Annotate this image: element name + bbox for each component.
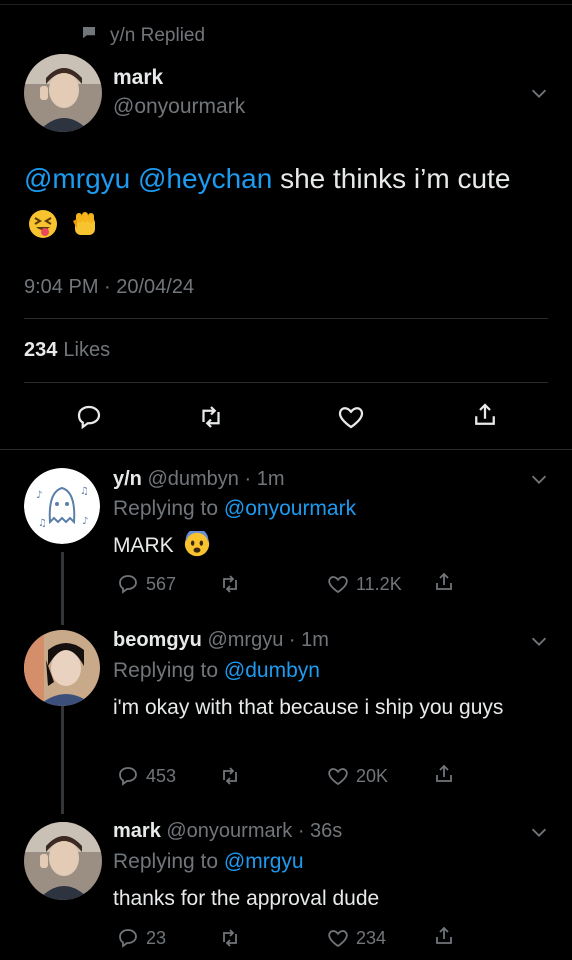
replying-label: Replying to — [113, 497, 219, 520]
reply-author-name: beomgyu — [113, 629, 202, 651]
divider — [24, 382, 548, 383]
share-button[interactable] — [470, 400, 500, 430]
replying-label: Replying to — [113, 659, 219, 682]
avatar[interactable] — [24, 822, 102, 900]
mention-link[interactable]: @onyourmark — [224, 497, 356, 520]
retweet-icon — [223, 929, 237, 947]
reply-author[interactable]: mark @onyourmark · 36s — [113, 820, 342, 843]
author-handle[interactable]: @onyourmark — [113, 95, 245, 119]
reply-button[interactable] — [74, 402, 104, 432]
like-button[interactable] — [336, 402, 366, 432]
likes-summary[interactable]: 234 Likes — [24, 339, 110, 362]
heart-icon — [328, 768, 348, 786]
share-button[interactable] — [432, 762, 462, 786]
fist-emoji — [70, 209, 100, 239]
chevron-down-icon[interactable] — [528, 630, 550, 652]
replying-to: Replying to @mrgyu — [113, 850, 304, 874]
author-name[interactable]: mark — [113, 66, 163, 90]
tweet-body: she thinks i’m cute — [280, 163, 511, 194]
tweet-timestamp[interactable]: 9:04 PM · 20/04/24 — [24, 276, 194, 299]
svg-text:♫: ♫ — [38, 518, 47, 529]
reply-text: thanks for the approval dude — [113, 887, 380, 910]
like-count: 20K — [356, 765, 389, 786]
reply-handle-time: @mrgyu · 1m — [207, 629, 329, 651]
avatar[interactable]: ♪ ♫ ♪ ♫ — [24, 468, 100, 544]
reply-author[interactable]: beomgyu @mrgyu · 1m — [113, 629, 329, 652]
likes-label: Likes — [63, 339, 111, 361]
reply-body: MARK — [113, 534, 174, 557]
reply-button[interactable]: 453 — [116, 764, 176, 788]
reply-text: MARK — [113, 530, 533, 561]
speech-bubble-icon — [80, 24, 110, 48]
reply-button[interactable]: 567 — [116, 572, 176, 596]
replying-to: Replying to @dumbyn — [113, 659, 320, 683]
reply-author-name: mark — [113, 820, 161, 842]
reply-count: 453 — [146, 765, 177, 786]
retweet-button[interactable] — [196, 402, 226, 432]
thread-line — [61, 704, 64, 814]
reply-author[interactable]: y/n @dumbyn · 1m — [113, 468, 284, 491]
avatar[interactable] — [24, 54, 102, 132]
heart-icon — [328, 576, 348, 594]
share-icon — [436, 572, 452, 590]
top-divider — [0, 4, 572, 5]
heart-icon — [328, 930, 348, 948]
retweet-icon — [223, 767, 237, 785]
like-button[interactable]: 11.2K — [326, 572, 402, 596]
fearful-face-emoji — [184, 531, 210, 557]
svg-text:♪: ♪ — [36, 490, 42, 501]
share-icon — [436, 764, 452, 782]
reply-icon — [119, 767, 137, 786]
share-icon — [436, 926, 452, 944]
like-count: 234 — [356, 927, 387, 948]
svg-text:♪: ♪ — [82, 516, 88, 527]
replying-label: Replying to — [113, 850, 219, 873]
replied-context[interactable]: y/n Replied — [80, 24, 205, 48]
chevron-down-icon[interactable] — [528, 82, 550, 104]
retweet-button[interactable] — [218, 764, 248, 788]
likes-count: 234 — [24, 339, 58, 361]
avatar[interactable] — [24, 630, 100, 706]
reply-count: 567 — [146, 573, 177, 594]
mention-link[interactable]: @mrgyu — [24, 163, 130, 194]
retweet-icon — [223, 575, 237, 593]
like-button[interactable]: 234 — [326, 926, 386, 950]
divider — [0, 449, 572, 450]
reply-icon — [119, 929, 137, 948]
reply-icon — [77, 405, 101, 430]
chevron-down-icon[interactable] — [528, 468, 550, 490]
reply-count: 23 — [146, 927, 167, 948]
share-icon — [475, 403, 495, 425]
reply-handle-time: @onyourmark · 36s — [166, 820, 343, 842]
retweet-button[interactable] — [218, 926, 248, 950]
reply-icon — [119, 575, 137, 594]
divider — [24, 318, 548, 319]
mention-link[interactable]: @mrgyu — [224, 850, 304, 873]
replied-label: y/n Replied — [110, 25, 206, 46]
tweet-text: @mrgyu @heychan she thinks i’m cute — [24, 156, 544, 248]
svg-text:♫: ♫ — [80, 486, 89, 497]
reply-author-name: y/n — [113, 468, 142, 490]
retweet-button[interactable] — [218, 572, 248, 596]
like-count: 11.2K — [356, 573, 402, 594]
like-button[interactable]: 20K — [326, 764, 388, 788]
thread-line — [61, 552, 64, 625]
reply-text: i'm okay with that because i ship you gu… — [113, 696, 504, 719]
replying-to: Replying to @onyourmark — [113, 497, 356, 521]
mention-link[interactable]: @dumbyn — [224, 659, 320, 682]
share-button[interactable] — [432, 570, 462, 594]
mention-link[interactable]: @heychan — [138, 163, 272, 194]
squinting-tongue-emoji — [28, 209, 58, 239]
heart-icon — [338, 407, 364, 429]
share-button[interactable] — [432, 924, 462, 948]
retweet-icon — [202, 406, 220, 428]
reply-button[interactable]: 23 — [116, 926, 166, 950]
chevron-down-icon[interactable] — [528, 821, 550, 843]
reply-handle-time: @dumbyn · 1m — [147, 468, 285, 490]
